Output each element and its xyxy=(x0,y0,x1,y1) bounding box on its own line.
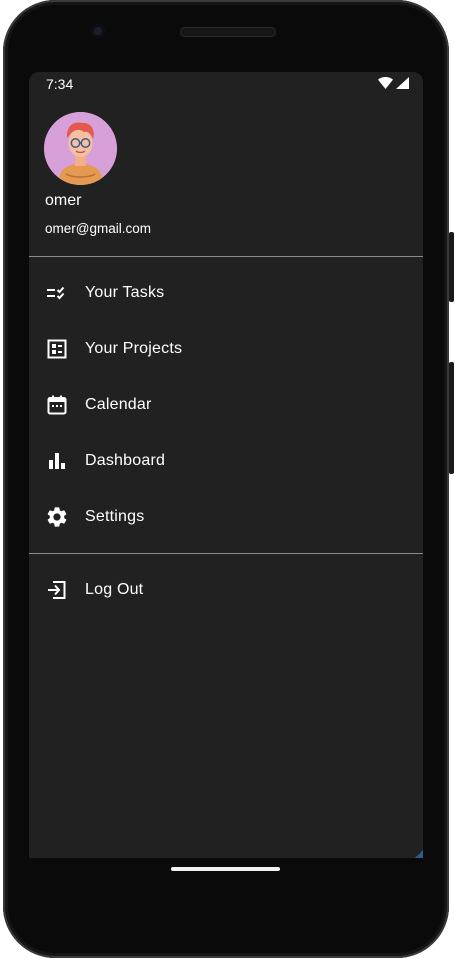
menu-item-your-projects[interactable]: Your Projects xyxy=(29,321,423,377)
power-button xyxy=(449,362,454,474)
projects-list-icon xyxy=(47,339,67,359)
menu-item-calendar[interactable]: Calendar xyxy=(29,377,423,433)
gear-icon xyxy=(47,507,67,527)
drawer-header: omer omer@gmail.com xyxy=(29,96,423,256)
front-camera xyxy=(91,24,105,38)
menu-item-settings[interactable]: Settings xyxy=(29,489,423,545)
menu-label-calendar: Calendar xyxy=(85,396,152,413)
home-indicator[interactable] xyxy=(171,867,280,871)
logout-divider xyxy=(29,553,423,554)
menu-item-your-tasks[interactable]: Your Tasks xyxy=(29,265,423,321)
calendar-icon xyxy=(47,395,67,415)
logout-icon xyxy=(48,581,66,599)
navigation-drawer: 7:34 omer omer@gmail.com Your Tasks Your… xyxy=(29,72,423,858)
bar-chart-icon xyxy=(49,453,65,469)
menu-label-your-projects: Your Projects xyxy=(85,340,183,357)
menu-label-log-out: Log Out xyxy=(85,581,144,598)
status-bar: 7:34 xyxy=(29,72,423,96)
status-icons xyxy=(378,77,409,89)
earpiece-speaker xyxy=(180,27,276,37)
menu-label-your-tasks: Your Tasks xyxy=(85,284,165,301)
menu-label-settings: Settings xyxy=(85,508,145,525)
wifi-icon xyxy=(378,77,393,89)
user-email: omer@gmail.com xyxy=(45,221,151,236)
user-name: omer xyxy=(45,192,82,209)
task-checklist-icon xyxy=(47,286,65,300)
header-divider xyxy=(29,256,423,257)
avatar[interactable] xyxy=(44,112,117,185)
volume-button xyxy=(449,232,454,302)
status-time: 7:34 xyxy=(46,76,74,92)
cell-signal-icon xyxy=(396,77,409,89)
avatar-illustration xyxy=(44,112,117,185)
screen-corner-accent xyxy=(415,850,423,858)
menu-item-log-out[interactable]: Log Out xyxy=(29,562,423,618)
menu-item-dashboard[interactable]: Dashboard xyxy=(29,433,423,489)
menu-label-dashboard: Dashboard xyxy=(85,452,166,469)
